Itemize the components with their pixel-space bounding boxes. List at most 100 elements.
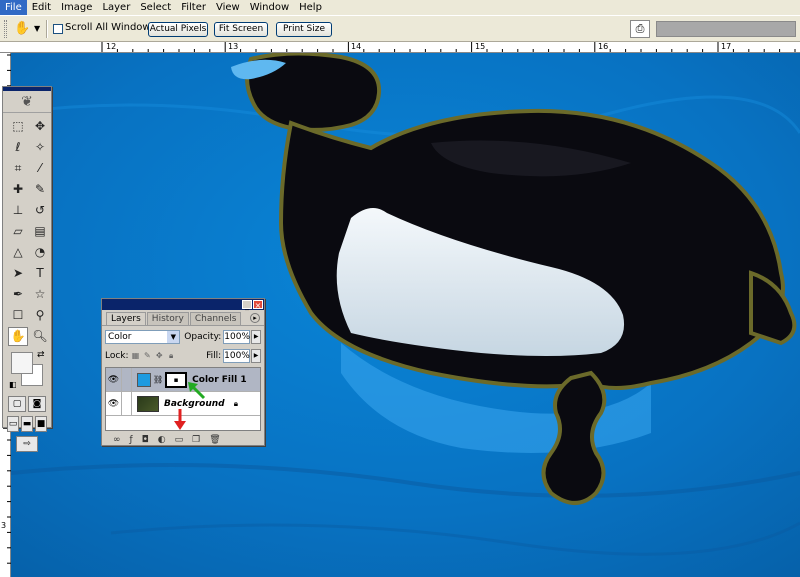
default-colors-icon[interactable]: ◧	[9, 380, 17, 389]
jump-to-imageready-icon[interactable]: ⇨	[16, 436, 38, 452]
brush-tool-icon[interactable]: ✎	[30, 180, 50, 199]
lock-position-icon[interactable]: ✥	[154, 351, 164, 361]
link-layers-icon[interactable]: ∞	[113, 435, 121, 445]
background-thumbnail[interactable]	[137, 395, 159, 412]
menu-view[interactable]: View	[211, 0, 245, 15]
fill-input[interactable]: 100%	[223, 349, 251, 363]
green-arrow-annotation	[188, 382, 206, 400]
menu-help[interactable]: Help	[294, 0, 327, 15]
opacity-slider-icon[interactable]: ▶	[251, 330, 261, 344]
menu-select[interactable]: Select	[135, 0, 176, 15]
history-brush-tool-icon[interactable]: ↺	[30, 201, 50, 220]
options-bar-grip[interactable]	[4, 20, 7, 38]
panel-menu-icon[interactable]: ▸	[250, 313, 260, 323]
crop-tool-icon[interactable]: ⌗	[8, 159, 28, 178]
scroll-all-windows-label: Scroll All Windows	[65, 22, 156, 33]
swap-colors-icon[interactable]: ⇄	[37, 350, 45, 360]
scroll-all-windows-checkbox[interactable]	[53, 24, 63, 34]
fill-label: Fill:	[206, 351, 222, 361]
visibility-eye-icon[interactable]: 👁︎	[106, 367, 122, 392]
palette-well[interactable]	[656, 21, 796, 37]
options-bar: ✋ ▼ Scroll All Windows Actual Pixels Fit…	[0, 15, 800, 42]
tool-preset-dropdown-icon[interactable]: ▼	[34, 24, 40, 33]
tab-history[interactable]: History	[146, 312, 189, 325]
new-layer-icon[interactable]: ❐	[192, 435, 200, 445]
print-size-button[interactable]: Print Size	[276, 22, 332, 37]
minimize-icon[interactable]: _	[242, 300, 252, 310]
feather-logo-icon[interactable]: ❦	[3, 91, 51, 113]
menu-file[interactable]: File	[0, 0, 27, 15]
lock-image-icon[interactable]: ✎	[142, 351, 152, 361]
menu-layer[interactable]: Layer	[97, 0, 135, 15]
fit-screen-button[interactable]: Fit Screen	[214, 22, 268, 37]
blur-tool-icon[interactable]: △	[8, 243, 28, 262]
top-ruler-ticks	[101, 42, 796, 52]
lock-transparency-icon[interactable]: ▦	[131, 351, 141, 361]
layer-link-cell[interactable]	[122, 367, 132, 392]
tab-layers[interactable]: Layers	[106, 312, 146, 325]
dodge-tool-icon[interactable]: ◔	[30, 243, 50, 262]
delete-layer-icon[interactable]: 🗑︎	[209, 435, 220, 445]
ruler-label: 17	[721, 42, 732, 51]
hand-tool-icon[interactable]: ✋	[14, 21, 30, 37]
standard-mode-icon[interactable]: ▢	[8, 396, 26, 412]
layer-style-icon[interactable]: ƒ	[130, 435, 133, 445]
healing-brush-tool-icon[interactable]: ✚	[8, 180, 28, 199]
color-fill-thumbnail[interactable]	[137, 372, 151, 387]
menu-bar: File Edit Image Layer Select Filter View…	[0, 0, 800, 15]
hand-tool-palette-icon[interactable]: ✋	[8, 327, 28, 346]
menu-window[interactable]: Window	[245, 0, 294, 15]
slice-tool-icon[interactable]: ⁄	[30, 159, 50, 178]
layer-row-color-fill[interactable]: 👁︎ ⛓︎ ▪ Color Fill 1	[106, 367, 260, 392]
marquee-tool-icon[interactable]: ⬚	[8, 117, 28, 136]
layer-name[interactable]: Background	[164, 399, 225, 409]
standard-screen-mode-icon[interactable]: ▭	[7, 416, 19, 432]
ruler-label: 12	[106, 42, 117, 51]
quick-mask-mode-icon[interactable]: ◙	[28, 396, 46, 412]
blend-mode-value: Color	[108, 332, 132, 342]
layers-panel-titlebar[interactable]: _ ×	[102, 299, 264, 310]
type-tool-icon[interactable]: T	[30, 264, 50, 283]
path-selection-tool-icon[interactable]: ➤	[8, 264, 28, 283]
notes-tool-icon[interactable]: ☐	[8, 306, 28, 325]
ruler-label: 14	[351, 42, 362, 51]
eraser-tool-icon[interactable]: ▱	[8, 222, 28, 241]
opacity-label: Opacity:	[184, 332, 222, 342]
eyedropper-tool-icon[interactable]: ⚲	[30, 306, 50, 325]
adjustment-layer-icon[interactable]: ◐	[158, 435, 166, 445]
full-screen-menu-mode-icon[interactable]: ▬	[21, 416, 33, 432]
blend-mode-select[interactable]: Color ▼	[105, 330, 181, 344]
layer-mask-thumbnail[interactable]: ▪	[165, 371, 188, 388]
foreground-color-swatch[interactable]	[11, 352, 33, 374]
magic-wand-tool-icon[interactable]: ✧	[30, 138, 50, 157]
move-tool-icon[interactable]: ✥	[30, 117, 50, 136]
tab-channels[interactable]: Channels	[189, 312, 242, 325]
gradient-tool-icon[interactable]: ▤	[30, 222, 50, 241]
full-screen-mode-icon[interactable]: ■	[35, 416, 47, 432]
new-group-icon[interactable]: ▭	[175, 435, 184, 445]
actual-pixels-button[interactable]: Actual Pixels	[148, 22, 208, 37]
menu-edit[interactable]: Edit	[27, 0, 56, 15]
visibility-eye-icon[interactable]: 👁︎	[106, 391, 122, 416]
close-icon[interactable]: ×	[253, 300, 263, 310]
zoom-tool-icon[interactable]: 🔍︎	[30, 327, 50, 346]
options-separator	[46, 20, 48, 38]
chevron-down-icon: ▼	[167, 331, 180, 343]
clone-stamp-tool-icon[interactable]: ⊥	[8, 201, 28, 220]
lock-all-icon[interactable]: 🔒︎	[166, 351, 176, 361]
ruler-label: 13	[228, 42, 239, 51]
file-browser-icon[interactable]: ⎙	[630, 20, 650, 38]
shape-tool-icon[interactable]: ☆	[30, 285, 50, 304]
lock-label: Lock:	[105, 351, 129, 361]
chain-link-icon[interactable]: ⛓︎	[153, 375, 163, 384]
fill-slider-icon[interactable]: ▶	[251, 349, 262, 363]
menu-image[interactable]: Image	[56, 0, 97, 15]
color-swatches: ⇄ ◧	[9, 350, 51, 394]
layer-link-cell[interactable]	[122, 391, 132, 416]
add-mask-icon[interactable]: ◘	[142, 435, 149, 445]
pen-tool-icon[interactable]: ✒	[8, 285, 28, 304]
opacity-input[interactable]: 100%	[223, 330, 251, 344]
menu-filter[interactable]: Filter	[176, 0, 211, 15]
lasso-tool-icon[interactable]: ℓ	[8, 138, 28, 157]
lock-icon: 🔒︎	[233, 398, 238, 408]
